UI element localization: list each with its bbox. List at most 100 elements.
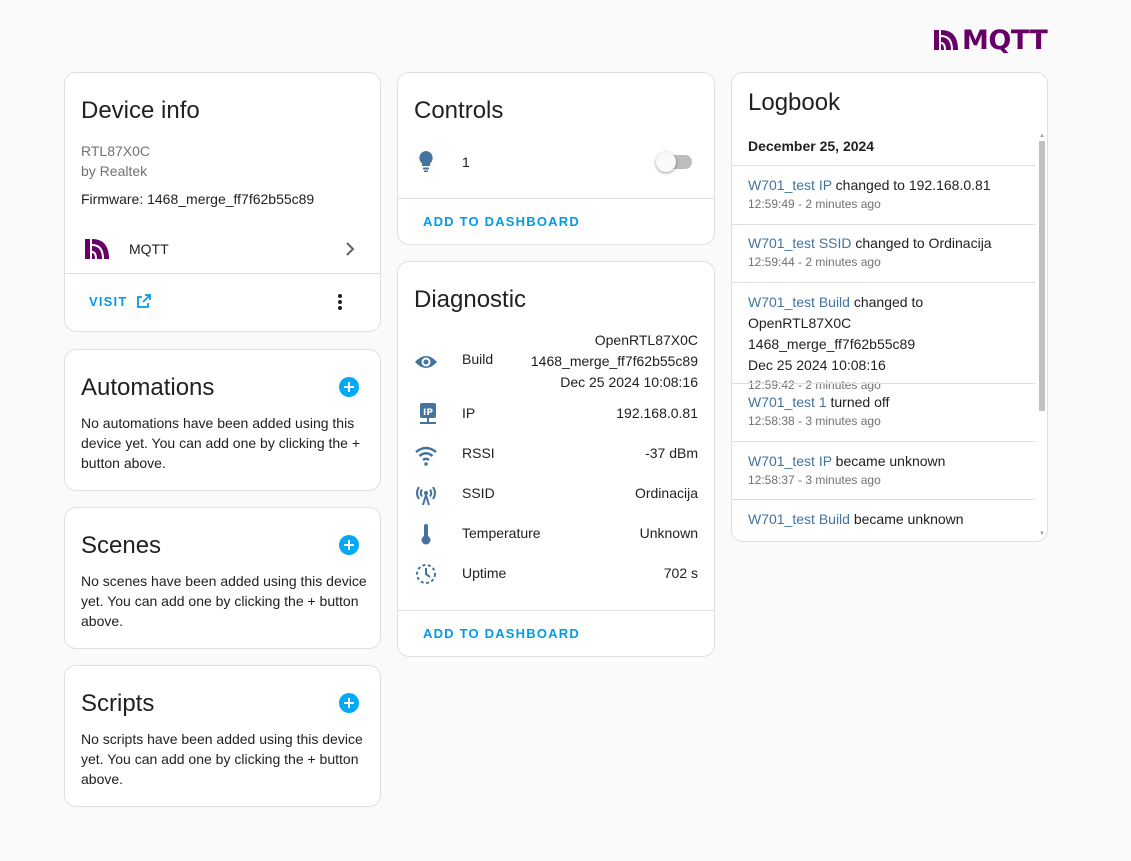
toggle-knob — [656, 152, 676, 172]
diagnostic-row-uptime: Uptime 702 s — [414, 562, 698, 586]
logbook-time: 12:59:49 - 2 minutes ago — [748, 197, 881, 211]
logbook-entry: W701_test 1 turned off 12:58:38 - 3 minu… — [732, 392, 1035, 430]
device-info-card: Device info RTL87X0C by Realtek Firmware… — [64, 72, 381, 332]
scenes-title: Scenes — [81, 532, 162, 559]
automations-empty-text: No automations have been added using thi… — [81, 415, 361, 471]
control-label: 1 — [462, 154, 470, 170]
logbook-divider-5 — [732, 499, 1035, 500]
logbook-message-line-3: Dec 25 2024 10:08:16 — [748, 357, 886, 373]
logbook-message: became unknown — [831, 453, 946, 469]
logbook-date: December 25, 2024 — [748, 138, 875, 154]
device-info-divider — [65, 273, 380, 274]
logbook-message: changed to — [849, 294, 924, 310]
diagnostic-divider — [398, 610, 714, 611]
logbook-time: 12:59:44 - 2 minutes ago — [748, 255, 881, 269]
visit-button[interactable]: VISIT — [89, 293, 152, 309]
logbook-scrollbar[interactable]: ▲ ▼ — [1039, 133, 1045, 537]
mqtt-logo-icon — [934, 30, 958, 50]
device-model: RTL87X0C — [81, 143, 151, 159]
logbook-entity-link[interactable]: W701_test IP — [748, 453, 832, 469]
add-scene-button[interactable] — [339, 535, 359, 555]
add-automation-button[interactable] — [339, 377, 359, 397]
control-toggle[interactable] — [656, 152, 692, 172]
diagnostic-row-rssi: RSSI -37 dBm — [414, 442, 698, 466]
controls-divider — [398, 198, 714, 199]
scroll-up-arrow-icon[interactable]: ▲ — [1039, 133, 1045, 139]
scripts-title: Scripts — [81, 690, 155, 717]
scenes-card: Scenes No scenes have been added using t… — [64, 507, 381, 649]
automations-card: Automations No automations have been add… — [64, 349, 381, 491]
logbook-entity-link[interactable]: W701_test SSID — [748, 235, 852, 251]
plus-icon — [344, 698, 354, 708]
scripts-empty-text: No scripts have been added using this de… — [81, 731, 363, 787]
mqtt-logo-text: MQTT — [962, 24, 1048, 56]
automations-title: Automations — [81, 374, 215, 401]
logbook-entry: W701_test Build became unknown — [732, 509, 1035, 529]
ip-icon: IP — [416, 402, 440, 426]
logbook-entity-link[interactable]: W701_test Build — [748, 294, 850, 310]
diagnostic-card: Diagnostic Build OpenRTL87X0C 1468_merge… — [397, 261, 715, 657]
logbook-entity-link[interactable]: W701_test IP — [748, 177, 832, 193]
scroll-down-arrow-icon[interactable]: ▼ — [1039, 531, 1045, 537]
diagnostic-add-to-dashboard-button[interactable]: ADD TO DASHBOARD — [423, 626, 580, 641]
diagnostic-title: Diagnostic — [414, 286, 527, 313]
scenes-empty-text: No scenes have been added using this dev… — [81, 573, 367, 629]
logbook-entry: W701_test IP became unknown 12:58:37 - 3… — [732, 451, 1035, 489]
logbook-entity-link[interactable]: W701_test Build — [748, 511, 850, 527]
logbook-message-line-2: OpenRTL87X0C 1468_merge_ff7f62b55c89 — [748, 315, 916, 352]
logbook-divider-3 — [732, 383, 1035, 384]
thermometer-icon — [414, 522, 438, 546]
logbook-entity-link[interactable]: W701_test 1 — [748, 394, 827, 410]
open-in-new-icon — [136, 294, 151, 308]
more-vertical-icon[interactable] — [337, 293, 343, 311]
logbook-time: 12:58:38 - 3 minutes ago — [748, 414, 881, 428]
diagnostic-value-rssi: -37 dBm — [645, 445, 698, 461]
logbook-title: Logbook — [748, 89, 841, 116]
logbook-message: changed to 192.168.0.81 — [831, 177, 991, 193]
add-script-button[interactable] — [339, 693, 359, 713]
wifi-icon — [414, 444, 438, 468]
eye-icon — [414, 350, 438, 374]
diagnostic-label-ip: IP — [462, 405, 476, 421]
diagnostic-value-temperature: Unknown — [639, 525, 698, 541]
build-value-line-3: Dec 25 2024 10:08:16 — [560, 374, 698, 390]
build-value-line-1: OpenRTL87X0C — [594, 332, 698, 348]
logbook-message: changed to Ordinacija — [851, 235, 992, 251]
device-info-title: Device info — [81, 97, 200, 124]
diagnostic-label-ssid: SSID — [462, 485, 495, 501]
plus-icon — [344, 382, 354, 392]
integration-row-mqtt[interactable]: MQTT — [65, 229, 380, 273]
diagnostic-value-ssid: Ordinacija — [634, 485, 698, 501]
device-manufacturer: by Realtek — [81, 163, 148, 179]
plus-icon — [344, 540, 354, 550]
logbook-time: 12:58:37 - 3 minutes ago — [748, 473, 881, 487]
build-value-line-2: 1468_merge_ff7f62b55c89 — [530, 353, 698, 369]
access-point-icon — [414, 483, 438, 507]
diagnostic-row-ip: IP IP 192.168.0.81 — [414, 402, 698, 426]
diagnostic-label-build: Build — [462, 351, 494, 367]
diagnostic-row-build: Build OpenRTL87X0C 1468_merge_ff7f62b55c… — [414, 330, 698, 393]
diagnostic-label-temperature: Temperature — [462, 525, 541, 541]
controls-title: Controls — [414, 97, 504, 124]
logbook-card: Logbook December 25, 2024 W701_test IP c… — [731, 72, 1048, 542]
diagnostic-value-build: OpenRTL87X0C 1468_merge_ff7f62b55c89 Dec… — [531, 330, 698, 393]
logbook-divider-0 — [732, 165, 1035, 166]
diagnostic-row-ssid: SSID Ordinacija — [414, 482, 698, 506]
svg-text:IP: IP — [423, 408, 433, 418]
scripts-card: Scripts No scripts have been added using… — [64, 665, 381, 807]
controls-add-to-dashboard-button[interactable]: ADD TO DASHBOARD — [423, 214, 580, 229]
controls-card: Controls 1 ADD TO DASHBOARD — [397, 72, 715, 245]
diagnostic-value-uptime: 702 s — [663, 565, 698, 581]
logbook-scrollbar-thumb[interactable] — [1039, 141, 1045, 411]
device-firmware: Firmware: 1468_merge_ff7f62b55c89 — [81, 191, 315, 207]
logbook-message: became unknown — [849, 511, 964, 527]
timer-icon — [414, 562, 438, 586]
logbook-entry: W701_test IP changed to 192.168.0.81 12:… — [732, 175, 1035, 213]
chevron-right-icon — [344, 241, 356, 262]
logbook-divider-2 — [732, 282, 1035, 283]
lightbulb-icon — [416, 150, 436, 177]
control-row-light: 1 — [414, 149, 698, 173]
diagnostic-label-uptime: Uptime — [462, 565, 507, 581]
mqtt-logo: MQTT — [934, 24, 1048, 56]
visit-label: VISIT — [89, 293, 128, 309]
